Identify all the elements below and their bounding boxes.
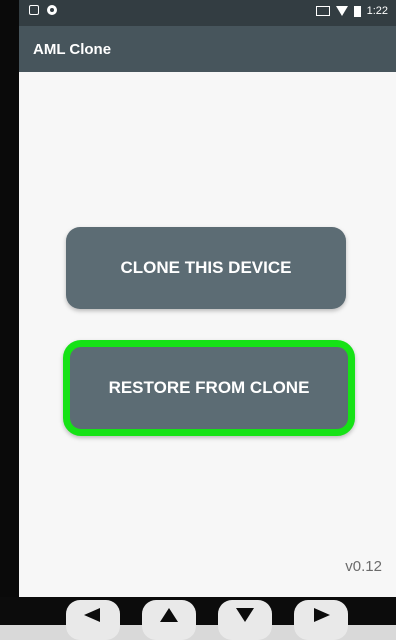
status-bar: 1:22 xyxy=(19,0,396,26)
restore-from-clone-button[interactable]: RESTORE FROM CLONE xyxy=(63,340,355,436)
cast-icon xyxy=(315,6,330,16)
nav-down-button[interactable] xyxy=(218,600,272,640)
app-title: AML Clone xyxy=(33,41,112,58)
arrow-down-icon xyxy=(236,608,254,622)
nav-up-button[interactable] xyxy=(142,600,196,640)
sync-icon xyxy=(47,5,57,15)
navigation-bar xyxy=(0,597,396,640)
clone-device-button[interactable]: CLONE THIS DEVICE xyxy=(66,227,346,309)
version-label: v0.12 xyxy=(345,558,382,575)
app-toolbar: AML Clone xyxy=(19,26,396,72)
device-screen: 1:22 AML Clone CLONE THIS DEVICE RESTORE… xyxy=(19,0,396,597)
wifi-icon xyxy=(335,6,348,16)
status-time: 1:22 xyxy=(366,5,388,17)
nav-left-button[interactable] xyxy=(66,600,120,640)
status-right: 1:22 xyxy=(315,5,388,17)
status-left xyxy=(29,5,57,15)
battery-icon xyxy=(353,5,361,17)
device-frame: 1:22 AML Clone CLONE THIS DEVICE RESTORE… xyxy=(0,0,396,640)
screenshot-icon xyxy=(29,5,39,15)
arrow-up-icon xyxy=(160,608,178,622)
nav-right-button[interactable] xyxy=(294,600,348,640)
main-content: CLONE THIS DEVICE RESTORE FROM CLONE v0.… xyxy=(19,72,396,597)
arrow-right-icon xyxy=(314,608,330,622)
arrow-left-icon xyxy=(84,608,100,622)
